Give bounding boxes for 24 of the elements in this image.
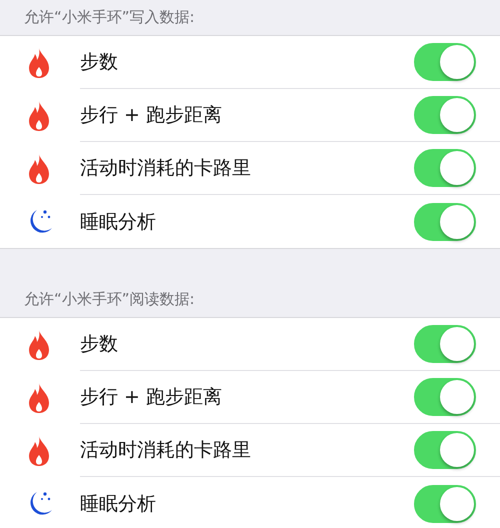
toggle-switch[interactable] [414,325,476,363]
section-header: 允许“小米手环”阅读数据: [24,290,195,309]
row-label: 步行 + 跑步距离 [80,103,222,128]
toggle-switch[interactable] [414,484,476,522]
toggle-switch[interactable] [414,149,476,187]
row-label: 步行 + 跑步距离 [80,385,222,410]
toggle-switch[interactable] [414,96,476,134]
flame-icon [28,152,50,184]
flame-icon [28,434,50,466]
row-label: 活动时消耗的卡路里 [80,438,251,463]
row-label: 睡眠分析 [80,492,156,516]
flame-icon [28,100,50,132]
row-label: 活动时消耗的卡路里 [80,156,251,181]
flame-icon [28,46,50,78]
flame-icon [28,382,50,414]
row-label: 步数 [80,50,118,75]
toggle-switch[interactable] [414,378,476,416]
row-label: 步数 [80,332,118,357]
flame-icon [28,328,50,360]
section-header: 允许“小米手环”写入数据: [24,8,195,27]
row-label: 睡眠分析 [80,210,156,234]
toggle-switch[interactable] [414,43,476,81]
toggle-switch[interactable] [414,202,476,240]
toggle-switch[interactable] [414,431,476,469]
